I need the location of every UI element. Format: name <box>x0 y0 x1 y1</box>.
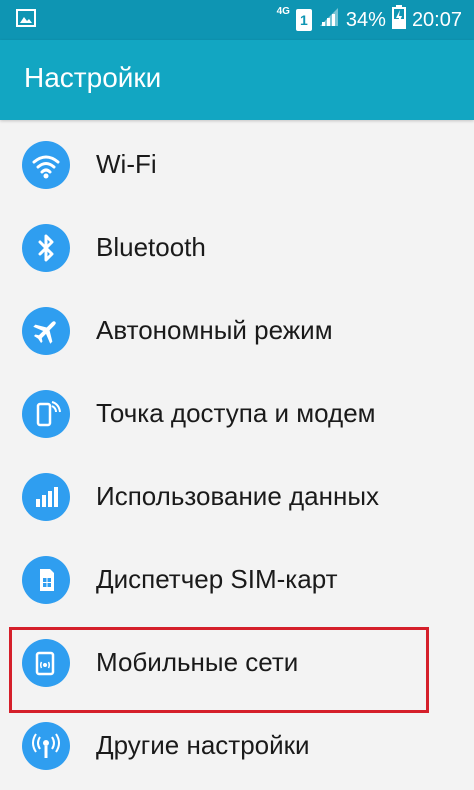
settings-item-label: Автономный режим <box>96 315 333 345</box>
bluetooth-icon <box>22 224 70 272</box>
mobile-networks-icon <box>22 639 70 687</box>
data-usage-icon <box>22 473 70 521</box>
app-bar: Настройки <box>0 40 474 120</box>
settings-item-label: Использование данных <box>96 481 380 511</box>
settings-item-wifi[interactable]: Wi-Fi <box>0 123 474 206</box>
status-bar: 4G 1 34% 20:07 <box>0 0 474 40</box>
network-type: 4G <box>276 6 290 17</box>
settings-item-other-settings[interactable]: Другие настройки <box>0 704 474 787</box>
settings-item-hotspot[interactable]: Точка доступа и модем <box>0 372 474 455</box>
settings-item-label: Bluetooth <box>96 232 206 262</box>
settings-item-mobile-networks[interactable]: Мобильные сети <box>0 621 474 704</box>
settings-item-data-usage[interactable]: Использование данных <box>0 455 474 538</box>
gallery-notification-icon <box>16 8 36 28</box>
sim-badge: 1 <box>295 9 312 31</box>
airplane-icon <box>22 307 70 355</box>
settings-list: Wi-Fi Bluetooth Автономный режим Точка д… <box>0 123 474 787</box>
other-settings-icon <box>22 722 70 770</box>
battery-percent: 34% <box>345 9 386 31</box>
settings-item-label: Wi-Fi <box>96 149 157 179</box>
settings-item-label: Другие настройки <box>96 730 310 760</box>
settings-item-sim-manager[interactable]: Диспетчер SIM-карт <box>0 538 474 621</box>
settings-item-label: Точка доступа и модем <box>96 398 376 428</box>
settings-item-bluetooth[interactable]: Bluetooth <box>0 206 474 289</box>
settings-item-label: Мобильные сети <box>96 647 299 677</box>
status-icons: 4G 1 34% 20:07 <box>277 0 462 40</box>
clock: 20:07 <box>411 9 462 31</box>
hotspot-icon <box>22 390 70 438</box>
settings-item-airplane-mode[interactable]: Автономный режим <box>0 289 474 372</box>
sim-card-icon <box>22 556 70 604</box>
wifi-icon <box>22 141 70 189</box>
battery-charging-icon <box>391 5 406 35</box>
settings-item-label: Диспетчер SIM-карт <box>96 564 338 594</box>
signal-icon <box>318 6 340 34</box>
page-title: Настройки <box>24 62 162 93</box>
